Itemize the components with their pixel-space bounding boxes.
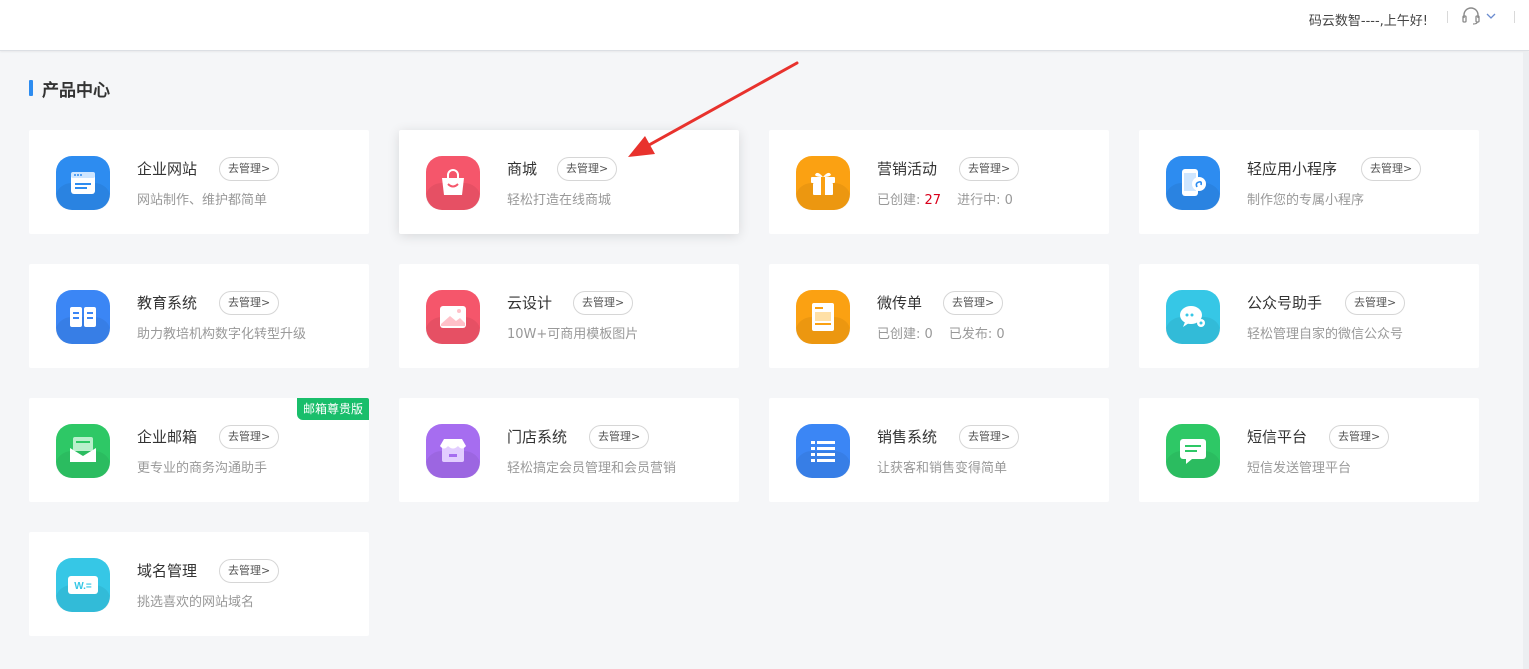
top-bar: 码云数智----,上午好! — [0, 0, 1529, 51]
shopping-bag-icon — [426, 156, 480, 210]
product-card[interactable]: 教育系统 去管理> 助力教培机构数字化转型升级 — [29, 264, 369, 368]
manage-button[interactable]: 去管理> — [959, 425, 1020, 449]
product-card[interactable]: 门店系统 去管理> 轻松搞定会员管理和会员营销 — [399, 398, 739, 502]
store-icon — [426, 424, 480, 478]
stat-label: 已创建: — [877, 193, 921, 208]
product-card[interactable]: 云设计 去管理> 10W+可商用模板图片 — [399, 264, 739, 368]
card-title: 营销活动 — [877, 160, 938, 178]
list-icon — [796, 424, 850, 478]
divider — [1514, 11, 1515, 23]
card-stats: 已创建: 0 已发布: 0 — [877, 326, 1005, 344]
card-description: 更专业的商务沟通助手 — [137, 461, 268, 476]
icon-label: W.= — [74, 581, 92, 592]
manage-button[interactable]: 去管理> — [1361, 157, 1422, 181]
card-description: 轻松搞定会员管理和会员营销 — [507, 461, 677, 476]
manage-button[interactable]: 去管理> — [219, 291, 280, 315]
wechat-icon — [1166, 290, 1220, 344]
card-description: 轻松管理自家的微信公众号 — [1247, 327, 1404, 342]
domain-icon: W.= — [56, 558, 110, 612]
stat-label: 已发布: — [948, 327, 993, 342]
product-card[interactable]: 企业网站 去管理> 网站制作、维护都简单 — [29, 130, 369, 234]
headset-icon[interactable] — [1461, 7, 1481, 25]
manage-button[interactable]: 去管理> — [219, 157, 280, 181]
manage-button[interactable]: 去管理> — [1329, 425, 1390, 449]
manage-button[interactable]: 去管理> — [1345, 291, 1406, 315]
stat-value: 0 — [996, 327, 1005, 342]
card-title: 企业网站 — [137, 160, 198, 178]
card-description: 短信发送管理平台 — [1247, 461, 1352, 476]
card-title: 域名管理 — [137, 562, 198, 580]
card-title: 微传单 — [877, 294, 923, 312]
section-accent-bar — [29, 80, 33, 96]
manage-button[interactable]: 去管理> — [219, 425, 280, 449]
card-title: 教育系统 — [137, 294, 198, 312]
scrollbar-track[interactable] — [1523, 52, 1529, 669]
flyer-icon — [796, 290, 850, 344]
product-card[interactable]: 销售系统 去管理> 让获客和销售变得简单 — [769, 398, 1109, 502]
book-icon — [56, 290, 110, 344]
card-title: 门店系统 — [507, 428, 568, 446]
card-description: 轻松打造在线商城 — [507, 193, 612, 208]
card-description: 网站制作、维护都简单 — [137, 193, 268, 208]
stat-value: 27 — [924, 193, 942, 208]
card-title: 轻应用小程序 — [1247, 160, 1338, 178]
manage-button[interactable]: 去管理> — [589, 425, 650, 449]
website-icon — [56, 156, 110, 210]
card-description: 让获客和销售变得简单 — [877, 461, 1008, 476]
manage-button[interactable]: 去管理> — [219, 559, 280, 583]
card-description: 助力教培机构数字化转型升级 — [137, 327, 307, 342]
product-card[interactable]: 商城 去管理> 轻松打造在线商城 — [399, 130, 739, 234]
manage-button[interactable]: 去管理> — [557, 157, 618, 181]
card-title: 企业邮箱 — [137, 428, 198, 446]
section-title: 产品中心 — [42, 80, 110, 101]
card-stats: 已创建: 27 进行中: 0 — [877, 192, 1013, 210]
card-title: 公众号助手 — [1247, 294, 1323, 312]
stat-label: 进行中: — [957, 193, 1001, 208]
product-card[interactable]: 微传单 去管理> 已创建: 0 已发布: 0 — [769, 264, 1109, 368]
product-card[interactable]: 公众号助手 去管理> 轻松管理自家的微信公众号 — [1139, 264, 1479, 368]
card-title: 短信平台 — [1247, 428, 1308, 446]
stat-label: 已创建: — [877, 327, 921, 342]
user-greeting: 码云数智----,上午好! — [1308, 14, 1428, 29]
manage-button[interactable]: 去管理> — [573, 291, 634, 315]
card-title: 云设计 — [507, 294, 553, 312]
product-card[interactable]: 短信平台 去管理> 短信发送管理平台 — [1139, 398, 1479, 502]
card-description: 10W+可商用模板图片 — [507, 327, 639, 342]
product-card[interactable]: 轻应用小程序 去管理> 制作您的专属小程序 — [1139, 130, 1479, 234]
card-title: 销售系统 — [877, 428, 938, 446]
sms-icon — [1166, 424, 1220, 478]
stat-value: 0 — [924, 327, 933, 342]
mini-program-icon — [1166, 156, 1220, 210]
divider — [1447, 11, 1448, 23]
product-card[interactable]: W.= 域名管理 去管理> 挑选喜欢的网站域名 — [29, 532, 369, 636]
mail-icon — [56, 424, 110, 478]
product-card[interactable]: 企业邮箱 去管理> 更专业的商务沟通助手 邮箱尊贵版 — [29, 398, 369, 502]
card-description: 挑选喜欢的网站域名 — [137, 595, 255, 610]
stat-value: 0 — [1004, 193, 1013, 208]
gift-icon — [796, 156, 850, 210]
section-header: 产品中心 — [29, 78, 110, 101]
card-title: 商城 — [507, 160, 538, 178]
card-description: 制作您的专属小程序 — [1247, 193, 1365, 208]
edition-badge: 邮箱尊贵版 — [296, 398, 369, 420]
image-icon — [426, 290, 480, 344]
manage-button[interactable]: 去管理> — [943, 291, 1004, 315]
manage-button[interactable]: 去管理> — [959, 157, 1020, 181]
chevron-down-icon[interactable] — [1485, 11, 1497, 21]
product-card[interactable]: 营销活动 去管理> 已创建: 27 进行中: 0 — [769, 130, 1109, 234]
